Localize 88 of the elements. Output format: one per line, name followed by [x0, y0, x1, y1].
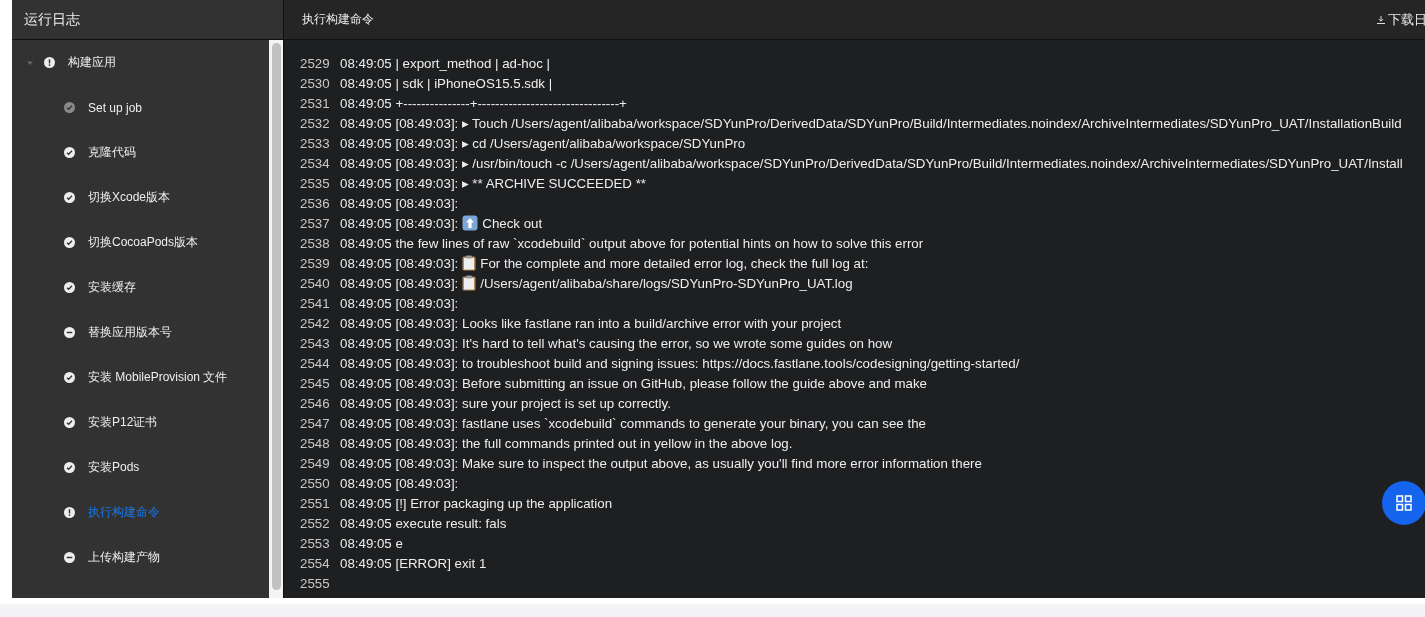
log-text: 08:49:05 [08:49:03]: [340, 475, 459, 491]
log-title: 执行构建命令 [302, 11, 374, 28]
line-number: 2537 [300, 215, 331, 231]
line-number: 2542 [300, 315, 331, 331]
clipboard-icon [462, 275, 477, 291]
log-text: 08:49:05 +---------------+--------------------------------+ [340, 95, 627, 111]
grid-button[interactable] [1382, 481, 1425, 525]
check-icon [64, 192, 75, 203]
log-text: 08:49:05 [ERROR] exit 1 [340, 555, 487, 571]
line-number: 2531 [300, 95, 331, 111]
tree-item[interactable]: 克隆代码 [12, 130, 269, 175]
line-number: 2536 [300, 195, 331, 211]
check-icon [64, 237, 75, 248]
sidebar-title: 运行日志 [24, 10, 80, 29]
log-text: 08:49:05 [08:49:03]: Make sure to inspect the output above, as usually you'll find more error information there [340, 455, 982, 471]
tree-item[interactable]: 上传构建产物 [12, 535, 269, 580]
log-text: 08:49:05 [08:49:03]: ▸ cd /Users/agent/alibaba/workspace/SDYunPro [340, 135, 746, 151]
line-number: 2544 [300, 355, 331, 371]
exclamation-icon [64, 507, 75, 518]
line-number: 2540 [300, 275, 331, 291]
tree-item[interactable]: 替换应用版本号 [12, 310, 269, 355]
tree-item[interactable]: 切换CocoaPods版本 [12, 220, 269, 265]
log-text: 08:49:05 [08:49:03]: to troubleshoot build and signing issues: https://docs.fastlane.tools/codesigning/getting-started/ [340, 355, 1020, 371]
line-number: 2534 [300, 155, 331, 171]
log-text: 08:49:05 the few lines of raw `xcodebuild` output above for potential hints on how to solve this error [340, 235, 924, 251]
tree-item[interactable]: 安装Pods [12, 445, 269, 490]
line-number: 2543 [300, 335, 331, 351]
log-text: 08:49:05 [08:49:03]: the full commands printed out in yellow in the above log. [340, 435, 793, 451]
line-number: 2554 [300, 555, 331, 571]
line-number: 2548 [300, 435, 331, 451]
log-text: 08:49:05 [08:49:03]: Looks like fastlane ran into a build/archive error with your project [340, 315, 842, 331]
tree-item[interactable]: 切换Xcode版本 [12, 175, 269, 220]
download-icon [1376, 14, 1386, 25]
log-text: 08:49:05 [08:49:03]: [340, 295, 459, 311]
minus-icon [64, 327, 75, 338]
line-number: 2555 [300, 575, 331, 591]
line-number: 2538 [300, 235, 331, 251]
line-number: 2541 [300, 295, 331, 311]
log-text: /Users/agent/alibaba/share/logs/SDYunPro-SDYunPro_UAT.log [480, 275, 853, 291]
line-number: 2549 [300, 455, 331, 471]
clipboard-icon [462, 255, 477, 271]
line-number: 2533 [300, 135, 331, 151]
line-number: 2532 [300, 115, 331, 131]
minus-icon [64, 552, 75, 563]
line-number: 2539 [300, 255, 331, 271]
line-number: 2550 [300, 475, 331, 491]
line-number: 2551 [300, 495, 331, 511]
log-text: 08:49:05 [08:49:03]: It's hard to tell what's causing the error, so we wrote some guides on how [340, 335, 893, 351]
log-text: 08:49:05 [08:49:03]: ▸ /usr/bin/touch -c /Users/agent/alibaba/workspace/SDYunPro/DerivedData/SDYunPro/Build/Intermediates.noindex/ArchiveIntermediates/SDYunPro_UAT/Install [340, 155, 1403, 171]
tree-item[interactable]: Set up job [12, 85, 269, 130]
log-text: 08:49:05 [08:49:03]: ▸ Touch /Users/agent/alibaba/workspace/SDYunPro/DerivedData/SDYunPro/Build/Intermediates.noindex/ArchiveIntermediates/SDYunPro_UAT/InstallationBuild [340, 115, 1402, 131]
log-text: 08:49:05 [08:49:03]: fastlane uses `xcodebuild` commands to generate your binary, you can see the [340, 415, 926, 431]
log-text: 08:49:05 | sdk | iPhoneOS15.5.sdk | [340, 75, 553, 91]
log-text: 08:49:05 [08:49:03]: [340, 255, 459, 271]
download-log-button[interactable]: 下载日 [1376, 10, 1425, 29]
line-number: 2552 [300, 515, 331, 531]
check-icon [64, 462, 75, 473]
line-number: 2529 [300, 55, 331, 71]
tree-item[interactable]: 构建应用 [12, 40, 269, 85]
log-text: 08:49:05 [08:49:03]: Before submitting an issue on GitHub, please follow the guide above and make [340, 375, 927, 391]
check-icon [64, 102, 75, 113]
exclamation-icon [44, 57, 55, 68]
tree-item[interactable]: 安装 MobileProvision 文件 [12, 355, 269, 400]
check-icon [64, 282, 75, 293]
log-text: 08:49:05 | export_method | ad-hoc | [340, 55, 550, 71]
grid-icon [1396, 495, 1412, 511]
log-text: Check out [482, 215, 543, 231]
log-text: 08:49:05 execute result: fals [340, 515, 507, 531]
log-text: 08:49:05 [08:49:03]: [340, 275, 459, 291]
log-text: 08:49:05 [!] Error packaging up the application [340, 495, 613, 511]
line-number: 2530 [300, 75, 331, 91]
check-icon [64, 372, 75, 383]
log-text: 08:49:05 [08:49:03]: sure your project is set up correctly. [340, 395, 671, 411]
line-number: 2545 [300, 375, 331, 391]
log-text: For the complete and more detailed error log, check the full log at: [480, 255, 869, 271]
check-icon [64, 417, 75, 428]
log-text: 08:49:05 [08:49:03]: ▸ ** ARCHIVE SUCCEEDED ** [340, 175, 646, 191]
line-number: 2547 [300, 415, 331, 431]
line-number: 2535 [300, 175, 331, 191]
tree-item[interactable]: 安装缓存 [12, 265, 269, 310]
log-text: 08:49:05 [08:49:03]: [340, 215, 459, 231]
line-number: 2553 [300, 535, 331, 551]
line-number: 2546 [300, 395, 331, 411]
log-text: 08:49:05 [08:49:03]: [340, 195, 459, 211]
check-icon [64, 147, 75, 158]
tree-item[interactable]: 安装P12证书 [12, 400, 269, 445]
log-text: 08:49:05 e [340, 535, 403, 551]
scrollbar-thumb[interactable] [271, 43, 281, 590]
